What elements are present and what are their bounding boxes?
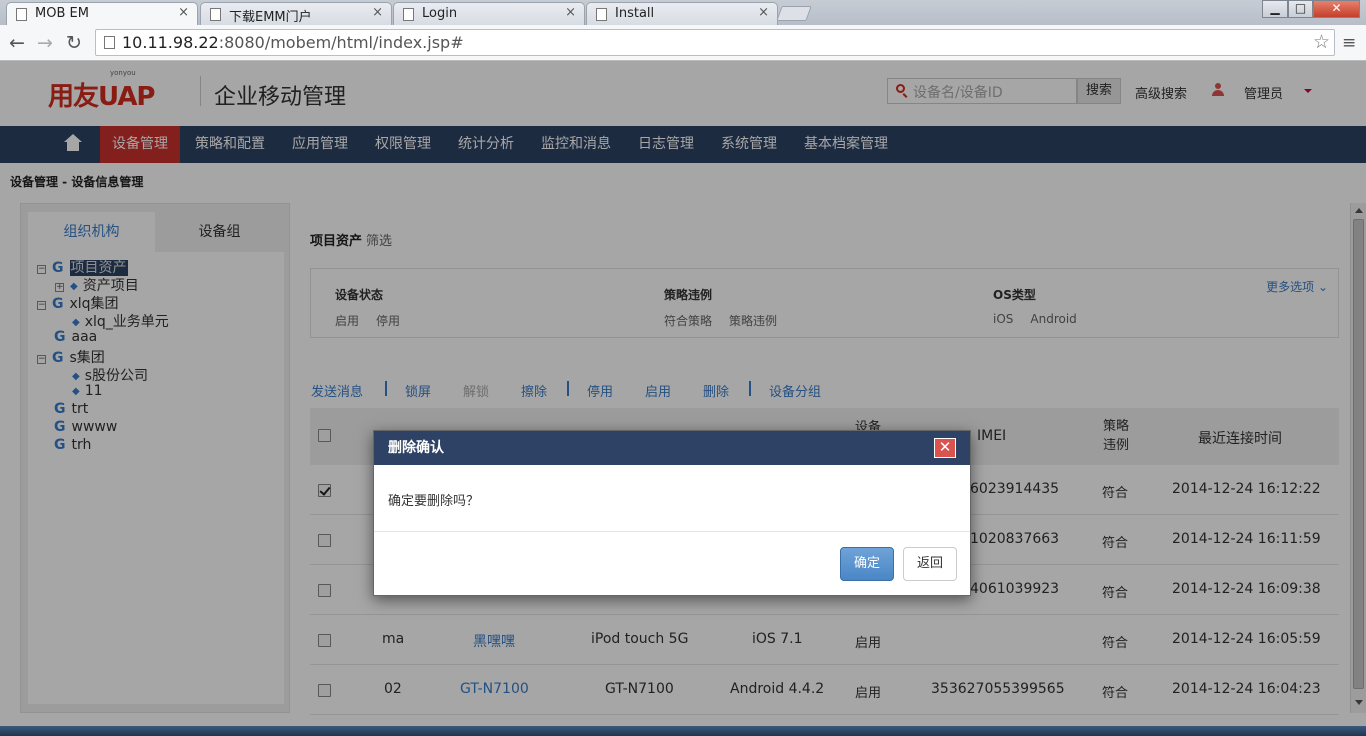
maximize-icon[interactable]: □ <box>1288 0 1313 18</box>
bookmark-star-icon[interactable]: ☆ <box>1313 31 1330 53</box>
tab-close-icon[interactable]: × <box>565 5 576 20</box>
dialog-title: 删除确认 <box>388 440 444 456</box>
page-icon <box>403 8 414 21</box>
tab-title: 下载EMM门户 <box>229 10 312 25</box>
dialog-divider <box>374 531 970 532</box>
cancel-button[interactable]: 返回 <box>903 547 957 581</box>
tab-title: MOB EM <box>35 6 89 21</box>
page-icon <box>16 8 27 21</box>
minimize-icon[interactable]: ▁ <box>1262 0 1288 18</box>
confirm-button[interactable]: 确定 <box>840 547 894 581</box>
page-icon <box>210 8 221 21</box>
address-bar: ← → ↻ 10.11.98.22:8080/mobem/html/index.… <box>0 25 1366 61</box>
delete-confirm-dialog: 删除确认 ✕ 确定要删除吗？ 确定 返回 <box>373 430 971 596</box>
tab-close-icon[interactable]: × <box>758 5 769 20</box>
close-icon[interactable]: ✕ <box>934 438 956 458</box>
browser-tab-bar: MOB EM × 下载EMM门户 × Login × Install × ▁ □… <box>0 0 1366 25</box>
back-icon[interactable]: ← <box>9 32 25 54</box>
os-taskbar <box>0 726 1366 736</box>
forward-icon[interactable]: → <box>37 32 53 54</box>
window-close-icon[interactable]: ✕ <box>1313 0 1360 18</box>
url-path: :8080/mobem/html/index.jsp# <box>218 33 464 52</box>
reload-icon[interactable]: ↻ <box>66 32 82 54</box>
browser-tab-install[interactable]: Install × <box>586 2 778 25</box>
tab-title: Login <box>422 6 458 21</box>
url-host: 10.11.98.22 <box>122 33 219 52</box>
browser-tab-login[interactable]: Login × <box>393 2 585 25</box>
page-icon <box>596 8 607 21</box>
browser-tab-download[interactable]: 下载EMM门户 × <box>200 2 392 25</box>
dialog-header: 删除确认 ✕ <box>374 431 970 465</box>
browser-tab-mob-em[interactable]: MOB EM × <box>6 2 198 25</box>
tab-close-icon[interactable]: × <box>372 5 383 20</box>
menu-icon[interactable]: ≡ <box>1342 33 1356 53</box>
page-icon <box>104 36 115 49</box>
dialog-message: 确定要删除吗？ <box>388 494 480 509</box>
tab-title: Install <box>615 6 655 21</box>
modal-backdrop[interactable] <box>0 61 1366 726</box>
url-input[interactable]: 10.11.98.22:8080/mobem/html/index.jsp# ☆ <box>95 29 1335 56</box>
new-tab-button[interactable] <box>776 6 812 21</box>
tab-close-icon[interactable]: × <box>178 5 189 20</box>
